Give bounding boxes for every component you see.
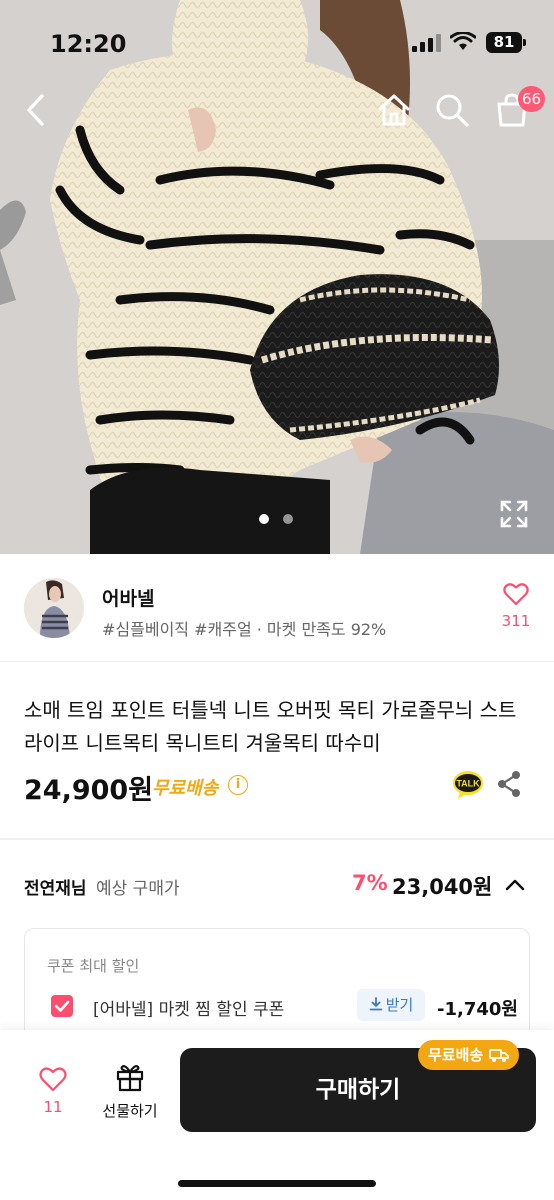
back-button[interactable]	[14, 88, 58, 132]
heart-icon	[503, 583, 529, 606]
home-button[interactable]	[372, 88, 416, 132]
user-name: 전연재님	[24, 879, 87, 899]
status-bar: 12:20 81	[0, 0, 554, 80]
gallery-dot[interactable]	[283, 514, 293, 524]
gift-button[interactable]: 선물하기	[92, 1062, 168, 1121]
download-icon	[369, 997, 383, 1011]
collapse-button[interactable]	[504, 874, 526, 896]
share-button[interactable]	[496, 770, 522, 798]
seller-tags: #심플베이직 #캐주얼 · 마켓 만족도 92%	[102, 620, 387, 639]
talk-icon-text: TALK	[456, 779, 480, 789]
discount-rate: 7%	[352, 871, 388, 895]
product-title: 소매 트임 포인트 터틀넥 니트 오버핏 목티 가로줄무늬 스트라이프 니트목티…	[24, 698, 517, 755]
gift-icon	[116, 1065, 144, 1092]
search-icon	[436, 94, 469, 127]
product-photo	[0, 0, 554, 554]
info-icon[interactable]: i	[228, 775, 248, 795]
bottom-action-bar: 11 선물하기 구매하기 무료배송	[0, 1030, 554, 1200]
gift-label: 선물하기	[102, 1102, 158, 1120]
gallery-dot-active[interactable]	[259, 514, 269, 524]
free-shipping-tag: 무료배송	[418, 1040, 520, 1070]
expected-price: 23,040원	[392, 875, 493, 899]
back-icon	[27, 94, 44, 126]
avatar-image	[24, 578, 84, 638]
expand-button[interactable]	[498, 498, 530, 530]
coupon-download-label: 받기	[385, 996, 414, 1014]
share-icon	[498, 771, 520, 797]
section-divider	[0, 838, 554, 840]
search-button[interactable]	[430, 88, 474, 132]
like-count: 11	[43, 1098, 63, 1116]
product-price: 24,900원	[24, 775, 154, 806]
expected-price-label: 예상 구매가	[96, 879, 180, 899]
chevron-up-icon	[505, 879, 525, 891]
free-shipping-label: 무료배송	[152, 778, 219, 799]
battery-icon: 81	[486, 32, 526, 53]
home-indicator	[178, 1180, 376, 1187]
seller-avatar[interactable]	[24, 578, 84, 638]
seller-name[interactable]: 어바넬	[102, 584, 154, 611]
check-icon	[54, 1000, 70, 1012]
heart-icon	[39, 1067, 67, 1092]
status-time: 12:20	[50, 30, 127, 58]
free-shipping-tag-label: 무료배송	[428, 1046, 484, 1064]
coupon-download-button[interactable]: 받기	[357, 989, 425, 1021]
coupon-checkbox[interactable]	[51, 995, 73, 1017]
wifi-icon	[450, 32, 476, 50]
talk-icon: TALK	[453, 771, 483, 799]
cart-badge: 66	[518, 86, 546, 112]
truck-icon	[489, 1049, 510, 1062]
home-icon	[378, 94, 410, 126]
gallery-pagination	[259, 514, 293, 524]
talk-button[interactable]: TALK	[452, 770, 484, 800]
product-image-gallery[interactable]: 12:20 81 66	[0, 0, 554, 554]
coupon-heading: 쿠폰 최대 할인	[47, 957, 140, 975]
like-button[interactable]: 11	[28, 1066, 78, 1116]
cellular-signal-icon	[412, 34, 441, 52]
coupon-name: [어바넬] 마켓 찜 할인 쿠폰	[93, 1000, 285, 1020]
expand-icon	[500, 500, 528, 528]
coupon-amount: -1,740원	[437, 999, 518, 1020]
seller-like-button[interactable]: 311	[496, 582, 536, 630]
seller-section[interactable]: 어바넬 #심플베이직 #캐주얼 · 마켓 만족도 92% 311	[0, 554, 554, 662]
seller-like-count: 311	[501, 612, 531, 630]
